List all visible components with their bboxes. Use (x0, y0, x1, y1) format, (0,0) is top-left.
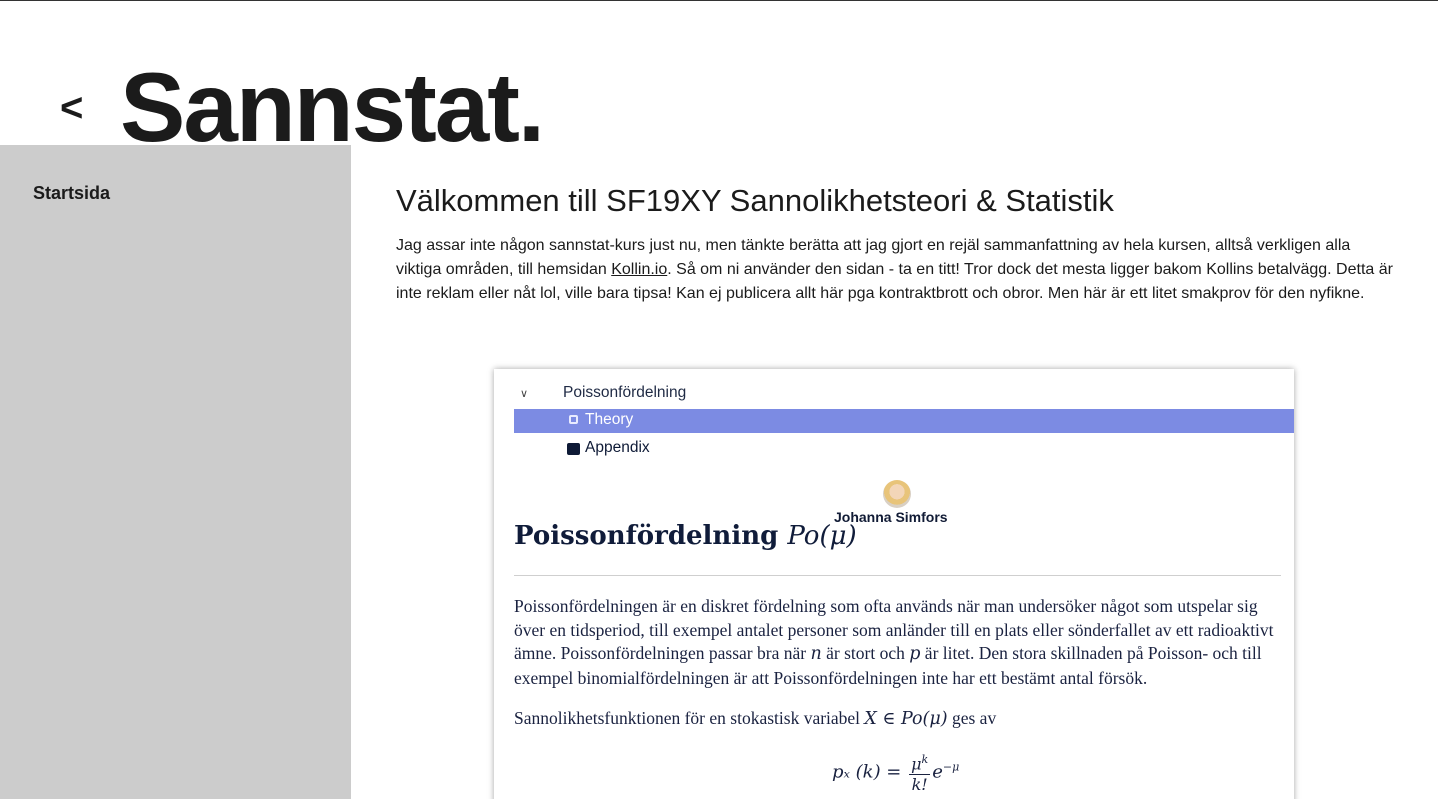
intro-paragraph: Jag assar inte någon sannstat-kurs just … (396, 234, 1396, 306)
sidebar: Startsida (0, 145, 351, 799)
sidebar-item-startsida[interactable]: Startsida (33, 183, 110, 204)
puzzle-icon (567, 443, 580, 455)
doc-pmf-end: ges av (947, 708, 997, 728)
doc-title: Poissonfördelning Po(μ) (514, 521, 857, 551)
doc-divider (514, 575, 1281, 576)
doc-paragraph: Poissonfördelningen är en diskret fördel… (514, 595, 1289, 690)
formula-k-exp: k (921, 753, 929, 766)
formula-e-exp: −μ (942, 760, 960, 774)
pmf-formula: pₓ (k) = μk k! e−μ (832, 750, 959, 795)
screenshot-nav-appendix: Appendix (585, 439, 650, 456)
back-link[interactable]: < (60, 88, 83, 128)
doc-title-text: Poissonfördelning (514, 521, 779, 551)
chevron-down-icon: ∨ (520, 388, 529, 400)
doc-pmf-text: Sannolikhetsfunktionen för en stokastisk… (514, 708, 865, 728)
site-header: < Sannstat. (0, 0, 1438, 162)
doc-pmf-math: X ∈ Po(μ) (864, 709, 948, 729)
screenshot-nav-active: Theory (514, 409, 1294, 433)
var-p: p (909, 644, 921, 664)
doc-para-part-2: är stort och (821, 643, 910, 663)
formula-numerator: μk (909, 750, 931, 776)
doc-pmf-intro: Sannolikhetsfunktionen för en stokastisk… (514, 708, 996, 729)
screenshot-nav-parent: Poissonfördelning (563, 384, 687, 401)
page-title: Välkommen till SF19XY Sannolikhetsteori … (396, 183, 1114, 218)
doc-title-math: Po(μ) (787, 521, 857, 551)
theory-icon (569, 415, 578, 424)
formula-denominator: k! (911, 775, 928, 795)
kollin-screenshot: ∨ Poissonfördelning Theory Appendix Joha… (494, 369, 1294, 799)
var-n: n (810, 644, 822, 664)
formula-mu: μ (911, 754, 922, 774)
author-avatar (883, 480, 911, 508)
formula-fraction: μk k! (909, 750, 931, 795)
screenshot-nav-theory: Theory (585, 411, 634, 428)
formula-lhs: pₓ (k) = (832, 761, 902, 783)
kollin-link[interactable]: Kollin.io (611, 261, 667, 278)
formula-e: e (932, 761, 943, 783)
